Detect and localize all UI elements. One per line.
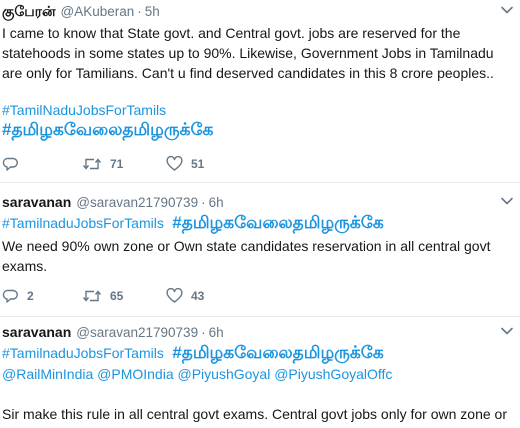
tweet[interactable]: saravanan @saravan21790739 · 6h #Tamilna… xyxy=(0,182,520,316)
mention-link[interactable]: @PMOIndia xyxy=(97,366,173,382)
like-button[interactable]: 43 xyxy=(166,288,204,304)
tweet-header: saravanan @saravan21790739 · 6h xyxy=(2,192,224,213)
mention-link[interactable]: @PiyushGoyal xyxy=(178,366,271,382)
tweet-feed: குபேரன் @AKuberan · 5h I came to know th… xyxy=(0,0,520,428)
retweet-count: 65 xyxy=(110,289,124,303)
hashtag-link[interactable]: #தமிழகவேலைதமிழருக்கே xyxy=(172,213,383,232)
author-name[interactable]: saravanan xyxy=(2,192,71,212)
header-separator: · xyxy=(201,195,206,210)
tweet-text-line: I came to know that State govt. and Cent… xyxy=(2,25,461,41)
author-handle[interactable]: @saravan21790739 xyxy=(76,323,198,343)
reply-count: 2 xyxy=(27,289,34,303)
tweet[interactable]: குபேரன் @AKuberan · 5h I came to know th… xyxy=(0,0,520,182)
header-separator: · xyxy=(137,4,142,19)
tweet-header: குபேரன் @AKuberan · 5h xyxy=(2,1,160,22)
tweet-timestamp[interactable]: 5h xyxy=(145,2,160,22)
heart-icon xyxy=(166,288,183,303)
author-name[interactable]: குபேரன் xyxy=(2,1,56,21)
hashtag-link[interactable]: #TamilnaduJobsForTamils xyxy=(2,345,164,361)
hashtag-link[interactable]: #தமிழகவேலைதமிழருக்கே xyxy=(2,120,213,139)
tweet[interactable]: saravanan @saravan21790739 · 6h #Tamilna… xyxy=(0,316,520,428)
tweet-text-line: Sir make this rule in all central govt e… xyxy=(2,406,508,422)
tweet-actions: 2 65 43 xyxy=(2,286,204,306)
reply-button[interactable] xyxy=(2,156,82,172)
hashtag-link[interactable]: #TamilNaduJobsForTamils xyxy=(2,102,166,118)
tweet-text: Sir make this rule in all central govt e… xyxy=(2,404,507,424)
tweet-text-line: are only for Tamilians. Can't u find des… xyxy=(2,65,494,81)
heart-icon xyxy=(166,156,183,171)
retweet-button[interactable]: 71 xyxy=(82,156,166,172)
retweet-button[interactable]: 65 xyxy=(82,288,166,304)
tweet-text: I came to know that State govt. and Cent… xyxy=(2,23,494,83)
hashtag-row: #TamilnaduJobsForTamils #தமிழகவேலைதமிழரு… xyxy=(2,341,384,366)
chevron-down-icon[interactable] xyxy=(500,194,514,208)
hashtag-link[interactable]: #TamilnaduJobsForTamils xyxy=(2,215,164,231)
tweet-actions: 71 51 xyxy=(2,154,204,174)
mention-link[interactable]: @RailMinIndia xyxy=(2,366,93,382)
reply-button[interactable]: 2 xyxy=(2,288,82,304)
tweet-timestamp[interactable]: 6h xyxy=(209,323,224,343)
author-handle[interactable]: @saravan21790739 xyxy=(76,193,198,213)
hashtag-row: #TamilnaduJobsForTamils #தமிழகவேலைதமிழரு… xyxy=(2,211,384,236)
like-count: 51 xyxy=(191,157,205,171)
tweet-timestamp[interactable]: 6h xyxy=(209,193,224,213)
chevron-down-icon[interactable] xyxy=(500,324,514,338)
mention-link[interactable]: @PiyushGoyalOffc xyxy=(274,366,392,382)
like-count: 43 xyxy=(191,289,205,303)
tweet-text-line: exams. xyxy=(2,258,48,274)
tweet-header: saravanan @saravan21790739 · 6h xyxy=(2,322,224,343)
tweet-text: We need 90% own zone or Own state candid… xyxy=(2,236,490,276)
hashtag-block: #TamilNaduJobsForTamils xyxy=(2,100,166,120)
tamil-hashtag-block: #தமிழகவேலைதமிழருக்கே xyxy=(2,118,213,143)
chevron-down-icon[interactable] xyxy=(500,3,514,17)
reply-icon xyxy=(2,289,18,303)
mention-row: @RailMinIndia @PMOIndia @PiyushGoyal @Pi… xyxy=(2,364,392,384)
hashtag-link[interactable]: #தமிழகவேலைதமிழருக்கே xyxy=(172,343,383,362)
reply-icon xyxy=(2,157,18,171)
author-name[interactable]: saravanan xyxy=(2,322,71,342)
author-handle[interactable]: @AKuberan xyxy=(61,2,135,22)
tweet-text-line: We need 90% own zone or Own state candid… xyxy=(2,238,491,254)
like-button[interactable]: 51 xyxy=(166,156,204,172)
tweet-text-line: statehoods in some states up to 90%. Lik… xyxy=(2,45,494,61)
header-separator: · xyxy=(201,325,206,340)
retweet-icon xyxy=(82,290,102,302)
retweet-icon xyxy=(82,158,102,170)
retweet-count: 71 xyxy=(110,157,124,171)
